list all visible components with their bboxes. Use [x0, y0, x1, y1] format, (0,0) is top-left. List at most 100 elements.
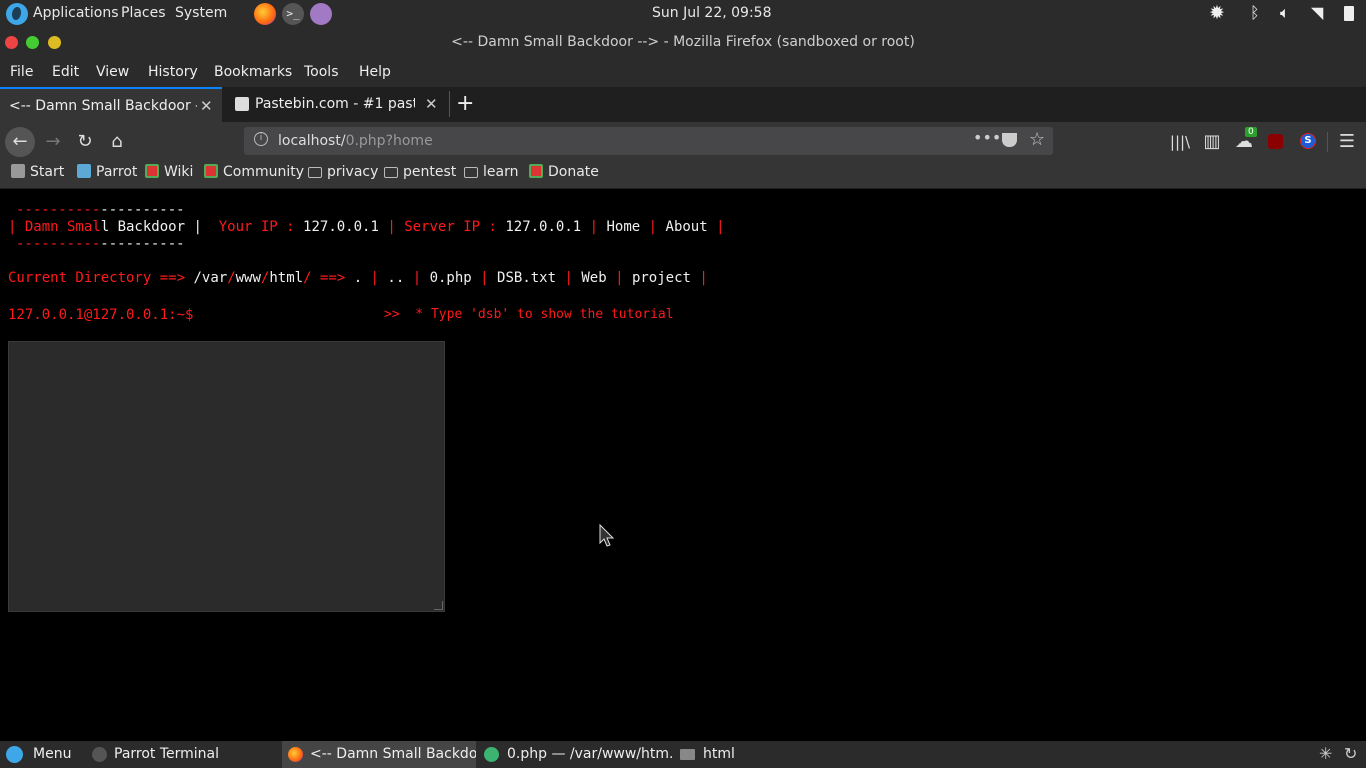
close-tab-icon[interactable]: ✕: [200, 97, 213, 115]
path-segment[interactable]: www: [236, 270, 261, 286]
tab-pastebin[interactable]: Pastebin.com - #1 paste tool ✕: [225, 87, 447, 122]
mouse-cursor-icon: [599, 524, 615, 547]
weather-icon[interactable]: ✹: [1209, 2, 1225, 24]
terminal-launcher-icon[interactable]: >_: [282, 3, 304, 25]
clock[interactable]: Sun Jul 22, 09:58: [652, 5, 772, 21]
menu-bookmarks[interactable]: Bookmarks: [214, 64, 292, 80]
terminal-icon: [92, 747, 107, 762]
system-menu[interactable]: System: [175, 5, 227, 21]
current-directory-line: Current Directory ==> /var/www/html/ ==>…: [8, 270, 708, 286]
menu-view[interactable]: View: [96, 64, 129, 80]
bookmark-folder-learn[interactable]: learn: [464, 164, 518, 180]
about-link[interactable]: About: [666, 219, 708, 235]
forward-arrow-icon[interactable]: →: [41, 130, 65, 154]
sidebar-icon[interactable]: ▥: [1200, 130, 1224, 154]
taskbar-item-editor[interactable]: 0.php — /var/www/htm...: [478, 741, 672, 768]
url-bar[interactable]: i localhost/0.php?home ••• ☆: [244, 127, 1053, 155]
battery-icon[interactable]: [1344, 6, 1354, 21]
applications-menu[interactable]: Applications: [33, 5, 119, 21]
bluetooth-icon[interactable]: ᛒ: [1250, 3, 1260, 22]
url-host: localhost/: [278, 133, 346, 149]
parrot-logo-icon[interactable]: [6, 3, 28, 25]
bookmark-label: Start: [30, 164, 65, 180]
bookmark-folder-privacy[interactable]: privacy: [308, 164, 378, 180]
start-menu-button[interactable]: Menu: [0, 741, 80, 768]
path-segment[interactable]: html: [269, 270, 303, 286]
page-actions-icon[interactable]: •••: [973, 128, 1001, 147]
bookmark-community[interactable]: Community: [204, 164, 304, 180]
bookmark-label: learn: [483, 164, 519, 180]
dir-entry[interactable]: ..: [387, 270, 404, 286]
bookmark-label: Community: [223, 164, 305, 180]
header-divider-top: --------------------: [16, 202, 185, 218]
url-text[interactable]: localhost/0.php?home: [278, 133, 433, 149]
library-icon[interactable]: |||\: [1168, 130, 1192, 154]
resize-handle-icon[interactable]: [434, 601, 443, 610]
command-output-textarea[interactable]: [8, 341, 445, 612]
site-info-icon[interactable]: i: [254, 132, 268, 146]
bookmark-folder-pentest[interactable]: pentest: [384, 164, 456, 180]
back-arrow-icon[interactable]: ←: [5, 127, 35, 157]
bookmark-start[interactable]: Start: [11, 164, 64, 180]
close-tab-icon[interactable]: ✕: [425, 95, 438, 113]
home-icon[interactable]: ⌂: [105, 130, 129, 154]
menubar: File Edit View History Bookmarks Tools H…: [0, 58, 1366, 87]
wifi-icon[interactable]: ◥: [1311, 3, 1323, 22]
s-extension-icon[interactable]: S: [1300, 133, 1316, 149]
folder-icon: [464, 167, 478, 178]
reload-icon[interactable]: ↻: [73, 130, 97, 154]
bookmark-parrot[interactable]: Parrot: [77, 164, 137, 180]
bookmark-label: pentest: [403, 164, 457, 180]
volume-icon[interactable]: 🔈︎: [1280, 3, 1290, 23]
parrot-logo-icon: [6, 746, 23, 763]
bookmark-label: Wiki: [164, 164, 194, 180]
workspace-icon[interactable]: ✳: [1319, 744, 1332, 763]
menu-edit[interactable]: Edit: [52, 64, 79, 80]
menu-history[interactable]: History: [148, 64, 198, 80]
hamburger-menu-icon[interactable]: ☰: [1335, 130, 1359, 154]
tab-bar: <-- Damn Small Backdoor --> ✕ Pastebin.c…: [0, 87, 1366, 122]
bookmark-donate[interactable]: Donate: [529, 164, 599, 180]
tab-label: Pastebin.com - #1 paste tool: [255, 96, 415, 112]
shell-prompt: 127.0.0.1@127.0.0.1:~$: [8, 307, 194, 323]
dir-entry[interactable]: 0.php: [430, 270, 472, 286]
pocket-icon[interactable]: [1002, 133, 1017, 147]
current-directory-label: Current Directory ==>: [8, 270, 186, 286]
dir-entry[interactable]: project: [632, 270, 691, 286]
menu-help[interactable]: Help: [359, 64, 391, 80]
menu-tools[interactable]: Tools: [304, 64, 339, 80]
firefox-launcher-icon[interactable]: [254, 3, 276, 25]
bookmark-label: Parrot: [96, 164, 138, 180]
header-line: | Damn Small Backdoor | Your IP : 127.0.…: [8, 219, 725, 235]
dir-entry[interactable]: DSB.txt: [497, 270, 556, 286]
bookmark-wiki[interactable]: Wiki: [145, 164, 193, 180]
places-menu[interactable]: Places: [121, 5, 166, 21]
taskbar-item-firefox[interactable]: <-- Damn Small Backdo...: [282, 741, 476, 768]
dir-entry[interactable]: .: [354, 270, 362, 286]
window-titlebar: <-- Damn Small Backdoor --> - Mozilla Fi…: [0, 28, 1366, 58]
server-ip-value: 127.0.0.1: [505, 219, 582, 235]
dir-entry[interactable]: Web: [581, 270, 606, 286]
home-link[interactable]: Home: [607, 219, 641, 235]
folder-icon: [680, 749, 695, 760]
ublock-icon[interactable]: [1268, 134, 1283, 149]
taskbar-item-file-manager[interactable]: html: [674, 741, 868, 768]
folder-icon: [308, 167, 322, 178]
bookmark-star-icon[interactable]: ☆: [1029, 129, 1045, 150]
refresh-icon[interactable]: ↻: [1344, 744, 1357, 763]
taskbar-item-label: html: [703, 746, 735, 762]
text-editor-launcher-icon[interactable]: [310, 3, 332, 25]
path-segment[interactable]: var: [202, 270, 227, 286]
url-path: 0.php?home: [345, 133, 433, 149]
tab-damn-small-backdoor[interactable]: <-- Damn Small Backdoor --> ✕: [0, 87, 222, 122]
taskbar-item-terminal[interactable]: Parrot Terminal: [84, 741, 280, 768]
toolbar-divider: [1327, 132, 1328, 152]
menu-file[interactable]: File: [10, 64, 33, 80]
parrot-icon: [145, 164, 159, 178]
new-tab-plus-icon[interactable]: +: [456, 91, 474, 116]
your-ip-label: Your IP :: [218, 219, 295, 235]
taskbar: Menu Parrot Terminal <-- Damn Small Back…: [0, 741, 1366, 768]
system-top-panel: Applications Places System >_ Sun Jul 22…: [0, 0, 1366, 28]
tutorial-hint: >> * Type 'dsb' to show the tutorial: [384, 307, 674, 322]
taskbar-item-label: <-- Damn Small Backdo...: [310, 746, 476, 762]
